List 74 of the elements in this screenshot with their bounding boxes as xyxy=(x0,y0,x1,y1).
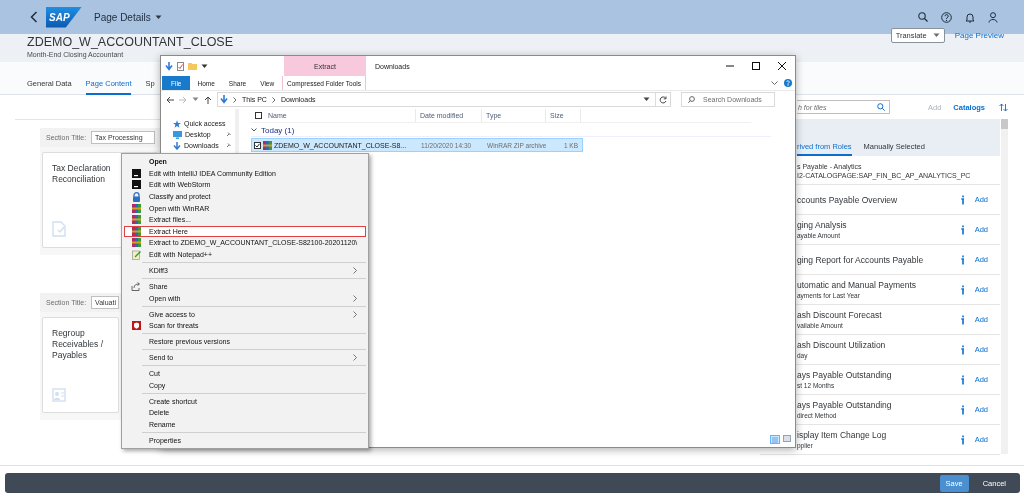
thumbnail-view-icon[interactable] xyxy=(783,435,791,442)
search-icon xyxy=(877,103,885,111)
logo: SAP xyxy=(46,6,82,28)
archive-icon xyxy=(131,226,141,236)
info-icon[interactable] xyxy=(960,434,965,445)
info-icon[interactable] xyxy=(960,194,965,205)
chevron-icon xyxy=(233,96,237,103)
refresh-icon[interactable] xyxy=(659,95,667,104)
scrollbar[interactable] xyxy=(1001,119,1008,454)
tile-title: ays Payable Outstanding xyxy=(797,400,893,410)
tile-title: Tax Declaration Reconciliation xyxy=(52,163,112,185)
info-icon[interactable] xyxy=(960,284,965,295)
help-icon[interactable] xyxy=(784,79,792,87)
chevron-icon xyxy=(353,354,357,362)
dropdown-icon xyxy=(192,97,199,102)
maximize-icon[interactable] xyxy=(752,62,760,70)
help-icon[interactable] xyxy=(941,11,952,23)
properties-icon[interactable] xyxy=(177,61,184,71)
archive-icon xyxy=(263,140,272,150)
download-icon xyxy=(173,141,181,150)
tile-title: Regroup Receivables / Payables xyxy=(52,328,105,361)
user-icon[interactable] xyxy=(988,11,998,23)
minimize-icon[interactable] xyxy=(726,62,734,70)
dropdown-icon xyxy=(643,97,650,102)
info-icon[interactable] xyxy=(960,314,965,325)
tile-title: ging Analysis xyxy=(797,220,848,230)
share-icon xyxy=(131,282,141,291)
info-icon[interactable] xyxy=(960,344,965,355)
chevron-icon[interactable] xyxy=(251,128,257,132)
download-icon xyxy=(220,95,228,104)
page-preview-link[interactable]: Page Preview xyxy=(954,28,1004,43)
tile[interactable]: Regroup Receivables / Payables xyxy=(42,317,119,413)
info-icon[interactable] xyxy=(960,404,965,415)
sort-icon[interactable] xyxy=(999,102,1009,112)
notepad-icon xyxy=(131,249,141,260)
archive-icon xyxy=(131,238,141,248)
tile-title: utomatic and Manual Payments xyxy=(797,280,918,290)
page-title: ZDEMO_W_ACCOUNTANT_CLOSE xyxy=(27,35,234,49)
tile-title: ays Payable Outstanding xyxy=(797,370,893,380)
back-icon[interactable] xyxy=(166,95,174,104)
check-icon xyxy=(255,142,260,148)
tile-title: ash Discount Utilization xyxy=(797,340,887,350)
archive-icon xyxy=(131,215,141,225)
up-icon[interactable] xyxy=(204,95,212,104)
download-icon[interactable] xyxy=(165,61,173,71)
search-icon xyxy=(688,96,695,103)
group-header[interactable]: Today (1) xyxy=(261,125,295,135)
checkbox[interactable] xyxy=(254,141,261,149)
app-icon xyxy=(131,168,141,178)
page-title-menu[interactable]: Page Details xyxy=(92,9,164,25)
tile-title: ash Discount Forecast xyxy=(797,310,883,320)
shield-icon xyxy=(131,321,141,331)
info-icon[interactable] xyxy=(960,224,965,235)
chevron-icon xyxy=(353,267,357,274)
contact-card-icon xyxy=(52,388,66,402)
bell-icon[interactable] xyxy=(965,11,975,23)
monitor-icon xyxy=(173,130,182,139)
back-icon[interactable] xyxy=(30,11,38,23)
archive-icon xyxy=(131,203,141,213)
caret-icon xyxy=(154,14,162,20)
document-icon xyxy=(52,221,66,237)
search-icon[interactable] xyxy=(918,12,928,22)
checkbox[interactable] xyxy=(255,112,262,119)
app-icon xyxy=(131,180,141,190)
tile-title: isplay Item Change Log xyxy=(797,430,888,440)
tile-title: ging Report for Accounts Payable xyxy=(797,254,925,265)
info-icon[interactable] xyxy=(960,374,965,385)
close-icon[interactable] xyxy=(778,62,786,70)
info-icon[interactable] xyxy=(960,254,965,265)
chevron-icon[interactable] xyxy=(771,80,778,86)
chevron-icon xyxy=(271,96,276,103)
lock-icon xyxy=(131,191,141,202)
star-icon xyxy=(173,119,181,128)
tile-title: ccounts Payable Overview xyxy=(797,194,899,205)
